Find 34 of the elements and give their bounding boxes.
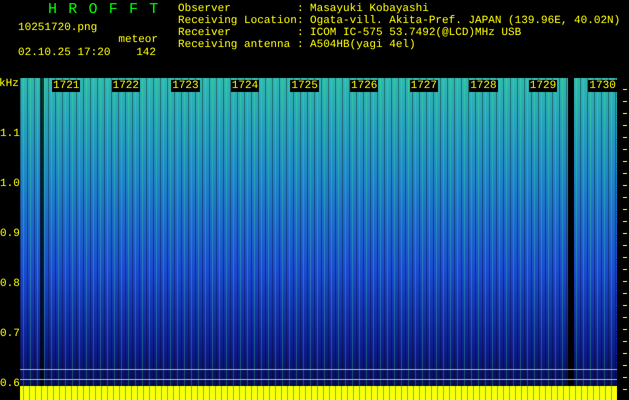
info-value: Ogata-vill. Akita-Pref. JAPAN (139.96E, 40.02N) [310,15,620,27]
frequency-label: 1.0 [0,178,20,190]
time-label: 1728 [469,80,498,92]
axis-unit: kHz [0,78,20,90]
frequency-label: 0.8 [0,278,20,290]
meteor-label: meteor [118,34,158,47]
frequency-label: 1.1 [0,128,20,140]
file-name: 10251720.png [18,22,98,35]
app-title: HROFFT [47,2,170,18]
frequency-label: 0.9 [0,228,20,240]
time-label: 1722 [112,80,140,92]
time-label: 1730 [588,80,617,92]
info-label: Receiving antenna [178,39,292,51]
info-label: Observer [178,3,232,15]
separator: : [297,39,305,51]
info-value: Masayuki Kobayashi [310,3,429,15]
info-value: ICOM IC-575 53.7492(@LCD)MHz USB [310,27,522,39]
time-label: 1721 [52,80,80,92]
info-label: Receiving Location [178,15,297,27]
separator: : [297,15,305,27]
info-label: Receiver [178,27,232,39]
date-time: 02.10.25 17:20 [18,47,110,60]
time-label: 1727 [410,80,438,92]
time-label: 1725 [290,80,319,92]
separator: : [297,27,305,39]
frequency-label: 0.6 [0,378,20,390]
frequency-label: 0.7 [0,328,20,340]
time-label: 1724 [230,80,260,92]
meteor-count: 142 [136,47,156,60]
info-value: A504HB(yagi 4el) [310,39,416,51]
time-label: 1726 [350,80,378,92]
time-label: 1723 [171,80,200,92]
time-label: 1729 [528,80,558,92]
separator: : [297,3,305,15]
